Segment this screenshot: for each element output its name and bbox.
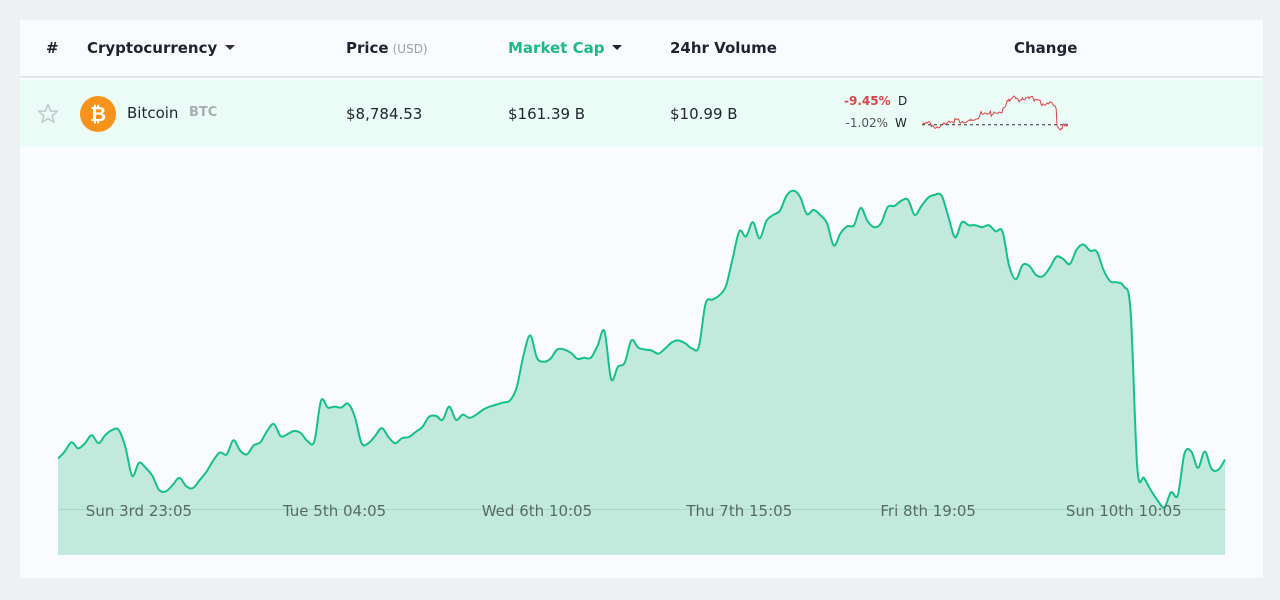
cryptocurrency-header-label: Cryptocurrency [87, 39, 218, 57]
price-chart[interactable]: Sun 3rd 23:05 Tue 5th 04:05 Wed 6th 10:05 T… [57, 170, 1226, 555]
x-tick-label: Fri 8th 19:05 [880, 502, 976, 520]
price-chart-svg [57, 189, 1226, 555]
change-week-value: -1.02% [845, 116, 888, 130]
volume-column-header[interactable]: 24hr Volume [670, 39, 777, 57]
favorite-star-icon[interactable] [36, 102, 60, 126]
x-tick-label: Thu 7th 15:05 [686, 502, 793, 520]
price-column-header[interactable]: Price (USD) [346, 39, 428, 57]
market-cap-header-label: Market Cap [508, 39, 605, 57]
coin-symbol: BTC [189, 105, 218, 120]
sparkline-svg [921, 95, 1069, 131]
x-tick-label: Tue 5th 04:05 [282, 502, 387, 520]
coin-market-cap: $161.39 B [508, 105, 586, 123]
table-header: # Cryptocurrency Price (USD) Market Cap 2… [20, 20, 1263, 78]
change-day-label: D [898, 94, 908, 108]
crypto-table-card: # Cryptocurrency Price (USD) Market Cap 2… [20, 20, 1263, 578]
change-day-value: -9.45% [844, 94, 891, 108]
price-area-fill [58, 190, 1225, 555]
rank-column-header: # [46, 39, 59, 57]
x-tick-label: Wed 6th 10:05 [481, 502, 593, 520]
weekly-sparkline [921, 92, 1074, 136]
cryptocurrency-column-header[interactable]: Cryptocurrency [87, 39, 236, 57]
x-tick-label: Sun 3rd 23:05 [85, 502, 193, 520]
price-header-label: Price [346, 39, 389, 57]
change-week-label: W [895, 116, 907, 130]
price-unit-label: (USD) [392, 42, 428, 56]
change-column-header: Change [1014, 39, 1078, 57]
caret-down-icon [612, 45, 623, 50]
x-tick-label: Sun 10th 10:05 [1065, 502, 1182, 520]
table-row[interactable]: ₿ Bitcoin BTC $8,784.53 $161.39 B $10.99… [20, 80, 1263, 147]
caret-down-icon [225, 45, 236, 50]
market-cap-column-header[interactable]: Market Cap [508, 39, 623, 57]
coin-name[interactable]: Bitcoin [127, 104, 178, 122]
bitcoin-icon: ₿ [80, 96, 116, 132]
coin-price: $8,784.53 [346, 105, 423, 123]
coin-volume: $10.99 B [670, 105, 738, 123]
